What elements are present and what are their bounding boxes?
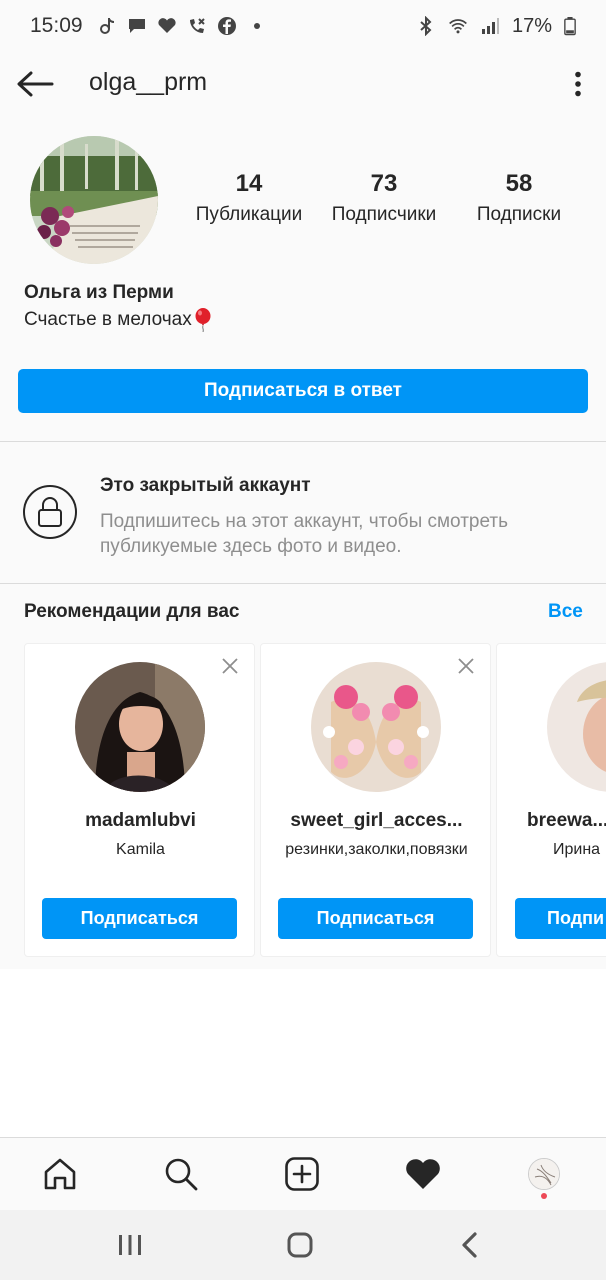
dot-icon [253, 23, 260, 29]
more-vertical-icon [575, 71, 581, 97]
profile-full-name: Ольга из Перми [24, 282, 174, 303]
stat-followers-label: Подписчики [331, 204, 437, 225]
system-navigation-bar [0, 1210, 606, 1280]
dismiss-suggestion-button[interactable] [456, 656, 476, 676]
heart-icon [157, 18, 176, 33]
close-icon [458, 658, 474, 674]
system-back-button[interactable] [450, 1228, 490, 1262]
top-app-bar: olga__prm [0, 52, 606, 114]
private-account-description: Подпишитесь на этот аккаунт, чтобы смотр… [100, 511, 509, 557]
nav-new-post-button[interactable] [280, 1152, 324, 1196]
suggestion-username: sweet_girl_acces... [290, 810, 463, 831]
private-account-title: Это закрытый аккаунт [100, 475, 311, 496]
stat-posts-label: Публикации [195, 204, 303, 225]
arrow-left-icon [17, 71, 54, 97]
profile-photo [30, 136, 158, 264]
suggestion-photo [547, 662, 606, 792]
suggestion-card[interactable]: sweet_girl_acces... резинки,заколки,повя… [260, 643, 491, 957]
bottom-navigation [0, 1137, 606, 1210]
add-post-icon [285, 1157, 319, 1191]
battery-icon [564, 17, 576, 36]
stat-following[interactable]: 58 Подписки [464, 170, 574, 226]
divider [0, 441, 606, 442]
follow-button[interactable]: Подпи [515, 898, 606, 939]
suggestion-subtitle: Kamila [116, 841, 165, 858]
home-square-icon [287, 1232, 313, 1258]
balloon-icon [195, 308, 211, 332]
profile-page: olga__prm 14 Публикации 73 Подписчики 58… [0, 52, 606, 969]
profile-avatar[interactable] [30, 136, 158, 264]
follow-button[interactable]: Подписаться [278, 898, 473, 939]
see-all-link[interactable]: Все [548, 601, 583, 623]
stat-followers[interactable]: 73 Подписчики [322, 170, 446, 226]
profile-bio-text: Счастье в мелочах [24, 309, 192, 330]
recent-apps-icon [119, 1235, 141, 1255]
nav-profile-button[interactable] [522, 1152, 566, 1196]
system-home-button[interactable] [280, 1228, 320, 1262]
tiktok-icon [99, 18, 114, 34]
suggestions-title: Рекомендации для вас [24, 601, 240, 622]
message-icon [128, 19, 145, 33]
signal-icon [481, 18, 499, 34]
stat-posts-count: 14 [235, 170, 263, 197]
heart-filled-icon [406, 1159, 440, 1189]
back-button[interactable] [14, 64, 56, 104]
nav-search-button[interactable] [159, 1152, 203, 1196]
battery-percent: 17% [511, 14, 552, 37]
notification-icons [97, 16, 267, 36]
status-time: 15:09 [30, 14, 83, 37]
suggestion-username: breewa... [527, 810, 606, 831]
suggestion-username: madamlubvi [85, 810, 196, 831]
facebook-icon [217, 17, 236, 35]
suggestion-card[interactable]: breewa... Ирина Подпи [496, 643, 606, 957]
suggestion-avatar[interactable] [547, 662, 606, 792]
stat-following-count: 58 [505, 170, 533, 197]
bluetooth-icon [420, 16, 432, 36]
nav-home-button[interactable] [38, 1152, 82, 1196]
stat-posts[interactable]: 14 Публикации [188, 170, 310, 226]
suggestion-subtitle: Ирина [553, 841, 601, 858]
recent-apps-button[interactable] [110, 1228, 150, 1262]
missed-call-icon [189, 18, 205, 33]
suggestion-photo [311, 662, 441, 792]
divider [0, 583, 606, 584]
nav-profile-avatar [528, 1158, 560, 1190]
home-icon [44, 1158, 76, 1190]
stat-followers-count: 73 [370, 170, 398, 197]
notification-dot [541, 1193, 547, 1199]
dismiss-suggestion-button[interactable] [220, 656, 240, 676]
close-icon [222, 658, 238, 674]
suggestion-subtitle: резинки,заколки,повязки [285, 841, 468, 858]
more-options-button[interactable] [560, 64, 596, 104]
suggestion-photo [75, 662, 205, 792]
suggestion-avatar[interactable] [311, 662, 441, 792]
profile-username: olga__prm [89, 68, 208, 96]
chevron-left-icon [462, 1232, 477, 1258]
lock-icon [38, 497, 62, 527]
stat-following-label: Подписки [476, 204, 562, 225]
private-lock-badge [23, 485, 77, 539]
profile-bio: Счастье в мелочах [24, 308, 212, 332]
suggestion-card[interactable]: madamlubvi Kamila Подписаться [24, 643, 255, 957]
nav-activity-button[interactable] [401, 1152, 445, 1196]
nav-avatar-photo [529, 1159, 559, 1189]
search-icon [165, 1158, 198, 1191]
wifi-icon [449, 19, 467, 34]
suggestion-avatar[interactable] [75, 662, 205, 792]
status-bar: 15:09 17% [0, 0, 606, 52]
follow-button[interactable]: Подписаться [42, 898, 237, 939]
follow-back-button[interactable]: Подписаться в ответ [18, 369, 588, 413]
